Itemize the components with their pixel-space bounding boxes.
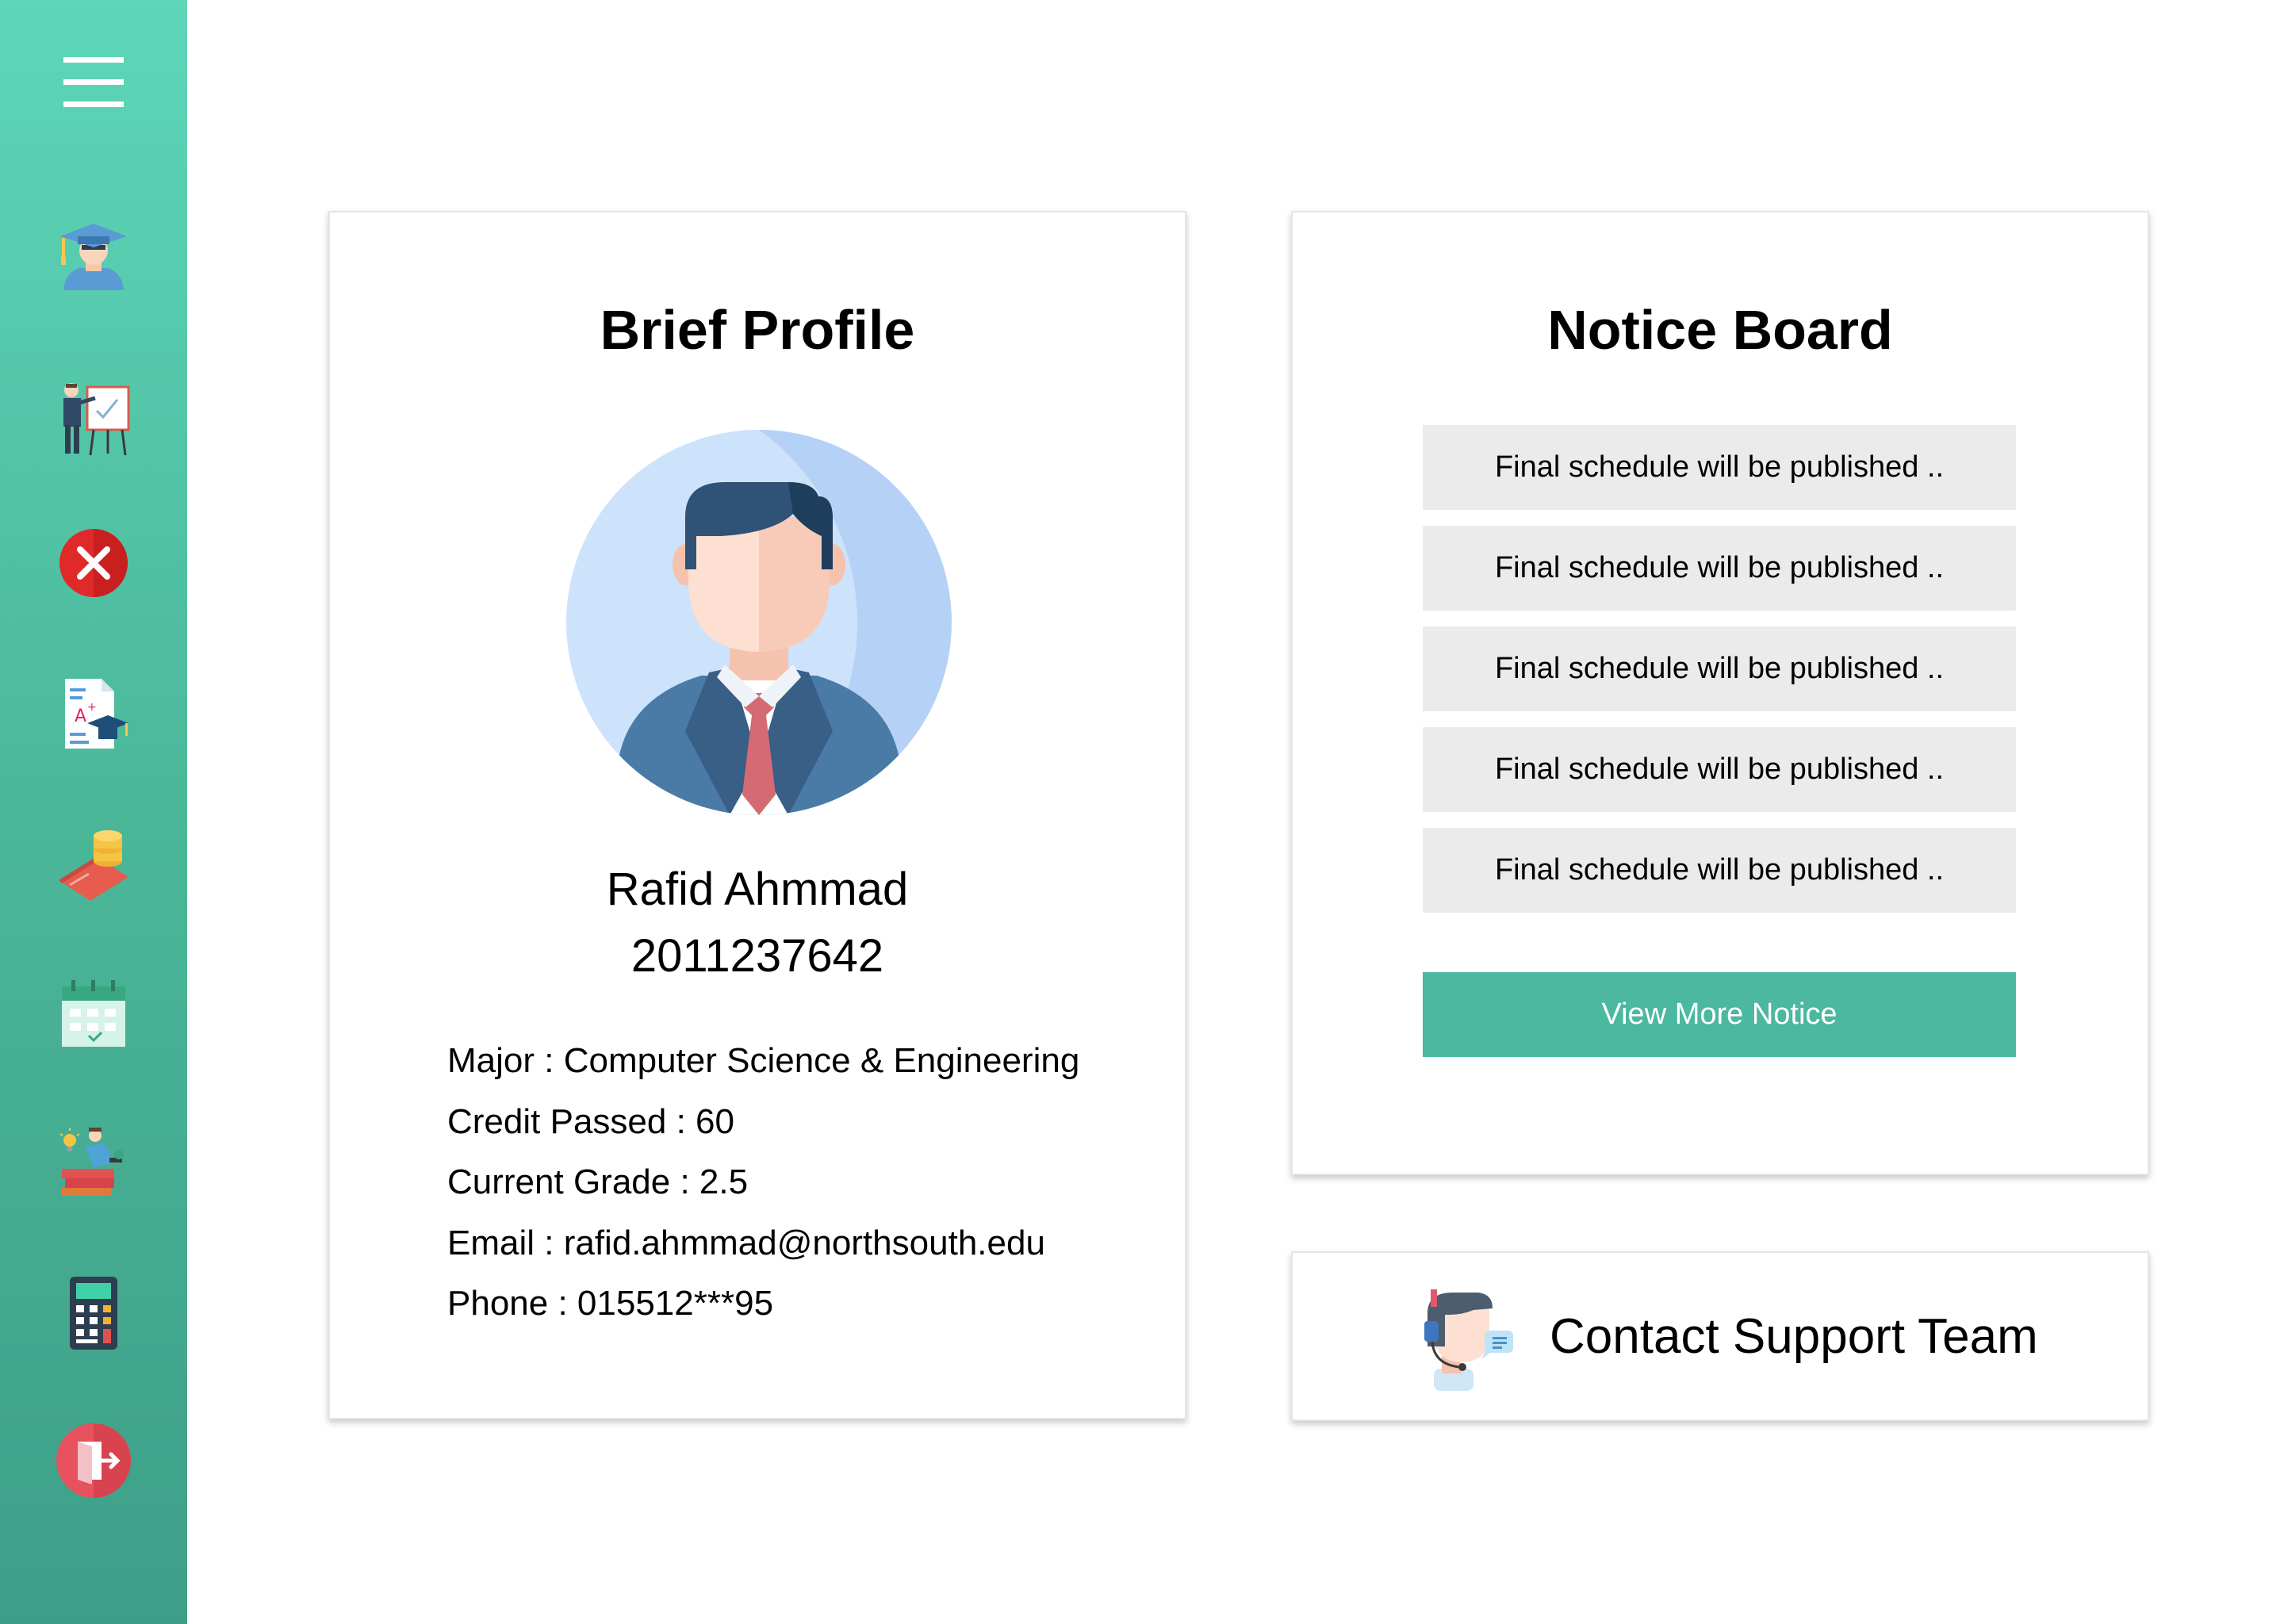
presentation-teacher-icon bbox=[63, 383, 130, 456]
sidebar-item-faculty[interactable] bbox=[46, 371, 141, 466]
logout-door-icon bbox=[56, 1423, 131, 1498]
detail-email: Email : rafid.ahmmad@northsouth.edu bbox=[447, 1223, 1045, 1262]
notice-item[interactable]: Final schedule will be published .. bbox=[1423, 526, 2016, 611]
notice-item[interactable]: Final schedule will be published .. bbox=[1423, 425, 2016, 510]
contact-support-card[interactable]: Contact Support Team bbox=[1291, 1251, 2149, 1421]
notice-board-card: Notice Board Final schedule will be publ… bbox=[1291, 211, 2149, 1175]
sidebar-item-grades[interactable]: A + bbox=[46, 666, 141, 761]
detail-phone: Phone : 015512***95 bbox=[447, 1284, 774, 1323]
notice-item[interactable]: Final schedule will be published .. bbox=[1423, 828, 2016, 913]
avatar bbox=[566, 430, 952, 815]
calendar-icon bbox=[62, 980, 125, 1047]
student-id: 2011237642 bbox=[630, 930, 884, 982]
sidebar: A + bbox=[0, 0, 187, 1624]
notice-list: Final schedule will be published .. Fina… bbox=[1423, 425, 2016, 929]
student-graduate-icon bbox=[60, 224, 127, 290]
sidebar-item-calculator[interactable] bbox=[46, 1266, 141, 1361]
grade-report-icon: A + bbox=[65, 679, 128, 749]
sidebar-item-drop-course[interactable] bbox=[46, 515, 141, 611]
svg-text:+: + bbox=[87, 701, 97, 714]
sidebar-item-calendar[interactable] bbox=[46, 967, 141, 1063]
profile-card: Brief Profile Rafid Ahmmad 2011237642 Ma… bbox=[328, 211, 1186, 1419]
detail-credit-passed: Credit Passed : 60 bbox=[447, 1101, 734, 1141]
sidebar-item-courses[interactable] bbox=[46, 1115, 141, 1210]
sidebar-item-student[interactable] bbox=[46, 209, 141, 304]
svg-text:A: A bbox=[75, 707, 86, 726]
user-avatar-icon bbox=[566, 430, 952, 815]
detail-major: Major : Computer Science & Engineering bbox=[447, 1041, 1080, 1080]
calculator-icon bbox=[70, 1277, 117, 1350]
payment-coins-icon bbox=[59, 830, 128, 901]
profile-title: Brief Profile bbox=[600, 299, 915, 361]
menu-button[interactable] bbox=[46, 35, 141, 130]
notice-item[interactable]: Final schedule will be published .. bbox=[1423, 626, 2016, 711]
study-books-icon bbox=[59, 1128, 124, 1196]
close-circle-icon bbox=[59, 529, 128, 597]
profile-details: Major : Computer Science & Engineering C… bbox=[447, 1031, 1161, 1335]
contact-support-label: Contact Support Team bbox=[1550, 1309, 2038, 1364]
sidebar-item-payments[interactable] bbox=[46, 817, 141, 912]
support-agent-icon bbox=[1410, 1286, 1518, 1394]
detail-current-grade: Current Grade : 2.5 bbox=[447, 1162, 749, 1201]
notice-board-title: Notice Board bbox=[1547, 299, 1893, 361]
menu-icon bbox=[63, 57, 124, 107]
student-name: Rafid Ahmmad bbox=[606, 864, 909, 915]
view-more-notice-button[interactable]: View More Notice bbox=[1423, 972, 2016, 1057]
sidebar-item-logout[interactable] bbox=[46, 1413, 141, 1508]
notice-item[interactable]: Final schedule will be published .. bbox=[1423, 727, 2016, 812]
